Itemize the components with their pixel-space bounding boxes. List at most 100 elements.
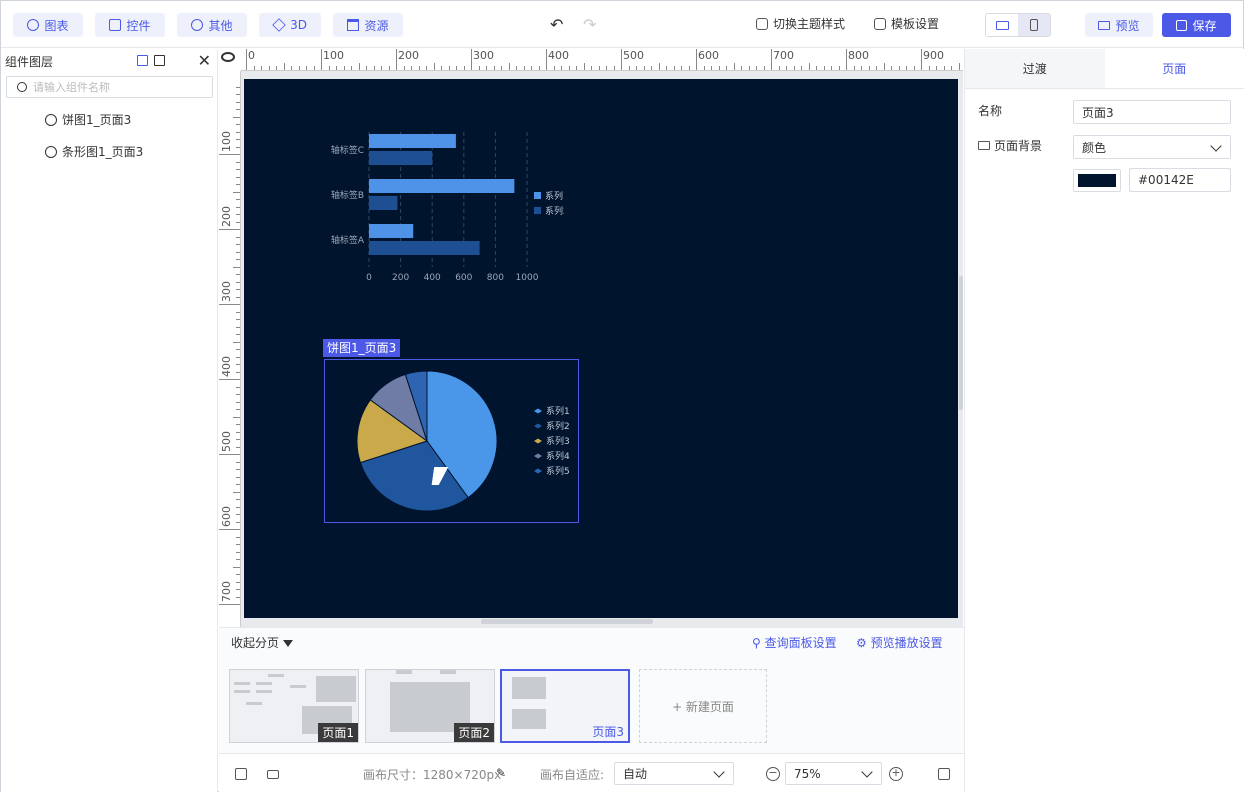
ruler-tick [816,66,817,70]
ruler-tick [553,66,555,70]
fit-mode-select[interactable]: 自动 [614,762,734,785]
redo-icon[interactable]: ↷ [583,15,596,34]
ruler-tick [236,476,240,478]
ruler-tick [613,66,615,70]
other-menu-button[interactable]: 其他 [177,13,247,37]
ruler-tick [236,274,240,275]
bottom-bar: 画布尺寸：1280×720px ✎ 画布自适应: 自动 − 75% + [219,753,964,792]
ruler-tick [236,334,240,335]
ruler-tick [448,66,450,70]
ruler-tick [733,63,735,70]
bar-轴标签A-系列1 [369,224,414,238]
page-name-input[interactable]: 页面3 [1073,100,1231,124]
playback-settings-button[interactable]: ⚙ 预览播放设置 [856,634,943,651]
new-page-button[interactable]: + 新建页面 [639,669,767,743]
x-tick-label: 800 [487,273,504,283]
zoom-out-icon[interactable]: − [766,767,780,781]
ruler-tick [951,66,952,70]
preview-button[interactable]: 预览 [1085,13,1153,37]
canvas-size-text: 画布尺寸：1280×720px [363,768,502,782]
thumb-placeholder [440,670,456,674]
ruler-tick [233,266,240,268]
ruler-label: 100 [220,131,233,152]
ruler-tick [276,66,277,70]
thumb-placeholder [256,690,272,693]
desktop-view-button[interactable] [986,14,1018,36]
widgets-menu-button[interactable]: 控件 [95,13,165,37]
layer-search-input[interactable]: 请输入组件名称 [6,76,213,98]
zoom-in-icon[interactable]: + [889,767,903,781]
legend-swatch [534,207,541,214]
ruler-tick [236,544,240,545]
selection-box[interactable] [324,359,579,523]
x-tick-label: 400 [424,273,441,283]
ruler-label: 400 [548,49,569,62]
template-settings-button[interactable]: 模板设置 [874,15,939,32]
ruler-tick [643,66,645,70]
ruler-tick [236,131,240,133]
chart-menu-button[interactable]: 图表 [13,13,83,37]
preview-label: 预览 [1115,18,1140,33]
chevron-down-icon [713,766,725,778]
zoom-select[interactable]: 75% [785,762,882,785]
ruler-tick [756,66,757,70]
thumb-placeholder [268,674,284,677]
ruler-tick [336,66,337,70]
ruler-tick [538,66,540,70]
theme-switch-button[interactable]: 切换主题样式 [756,15,845,32]
bg-color-input[interactable]: #00142E [1129,168,1231,192]
tab-transition[interactable]: 过渡 [965,49,1105,88]
bar-chart[interactable]: 0 200 400 600 800 1000 轴标签A 轴标签B 轴标签C 系列1 系列2 [324,124,564,294]
ruler-vertical: 100 200 300 400 500 600 700 [219,71,241,627]
ruler-tick [358,63,360,70]
page-thumbnail[interactable]: 页面1 [229,669,359,743]
layers-icon[interactable] [235,768,247,780]
layer-item[interactable]: 条形图1_页面3 [45,143,143,160]
collapse-pages-button[interactable]: 收起分页 [231,634,294,651]
cube-icon [272,18,286,32]
ruler-tick [236,401,240,403]
assets-menu-label: 资源 [364,18,389,33]
ruler-tick [236,439,240,440]
close-icon[interactable]: ✕ [198,51,211,70]
ruler-tick [696,49,697,70]
ruler-tick [943,66,945,70]
query-panel-settings-button[interactable]: ⚲ 查询面板设置 [752,634,837,651]
ruler-tick [219,604,240,605]
ruler-tick [236,484,240,485]
ruler-tick [846,49,847,70]
ruler-tick [236,596,240,598]
fullscreen-icon[interactable] [938,768,950,780]
tab-page[interactable]: 页面 [1104,49,1244,88]
vertical-scrollbar[interactable] [959,276,963,410]
assets-menu-button[interactable]: 资源 [333,13,403,37]
eye-icon[interactable] [221,52,235,62]
shirt-icon [756,17,768,30]
ruler-tick [928,66,930,70]
save-button[interactable]: 保存 [1162,13,1231,37]
bg-color-swatch[interactable] [1073,169,1121,192]
keyboard-icon[interactable] [267,770,279,779]
mobile-view-button[interactable] [1018,14,1050,36]
ruler-tick [591,66,592,70]
ruler-tick [673,66,675,70]
layout-right-icon[interactable] [154,55,165,66]
ruler-label: 200 [398,49,419,62]
edit-size-icon[interactable]: ✎ [496,766,506,780]
ruler-tick [219,529,240,530]
ruler-tick [456,66,457,70]
bg-type-select[interactable]: 颜色 [1073,135,1231,159]
y-tick-label: 轴标签C [331,144,364,156]
horizontal-scrollbar[interactable] [481,619,653,624]
page-thumbnail[interactable]: 页面2 [365,669,495,743]
thumb-placeholder [290,685,306,688]
undo-icon[interactable]: ↶ [550,15,563,34]
ruler-tick [778,66,780,70]
layout-left-icon[interactable] [137,55,148,66]
3d-menu-button[interactable]: 3D [259,13,321,37]
layer-item[interactable]: 饼图1_页面3 [45,111,131,128]
ruler-label: 800 [848,49,869,62]
page-tag: 页面1 [318,723,358,742]
ruler-tick [793,66,795,70]
page-thumbnail-active[interactable]: 页面3 [500,669,630,743]
